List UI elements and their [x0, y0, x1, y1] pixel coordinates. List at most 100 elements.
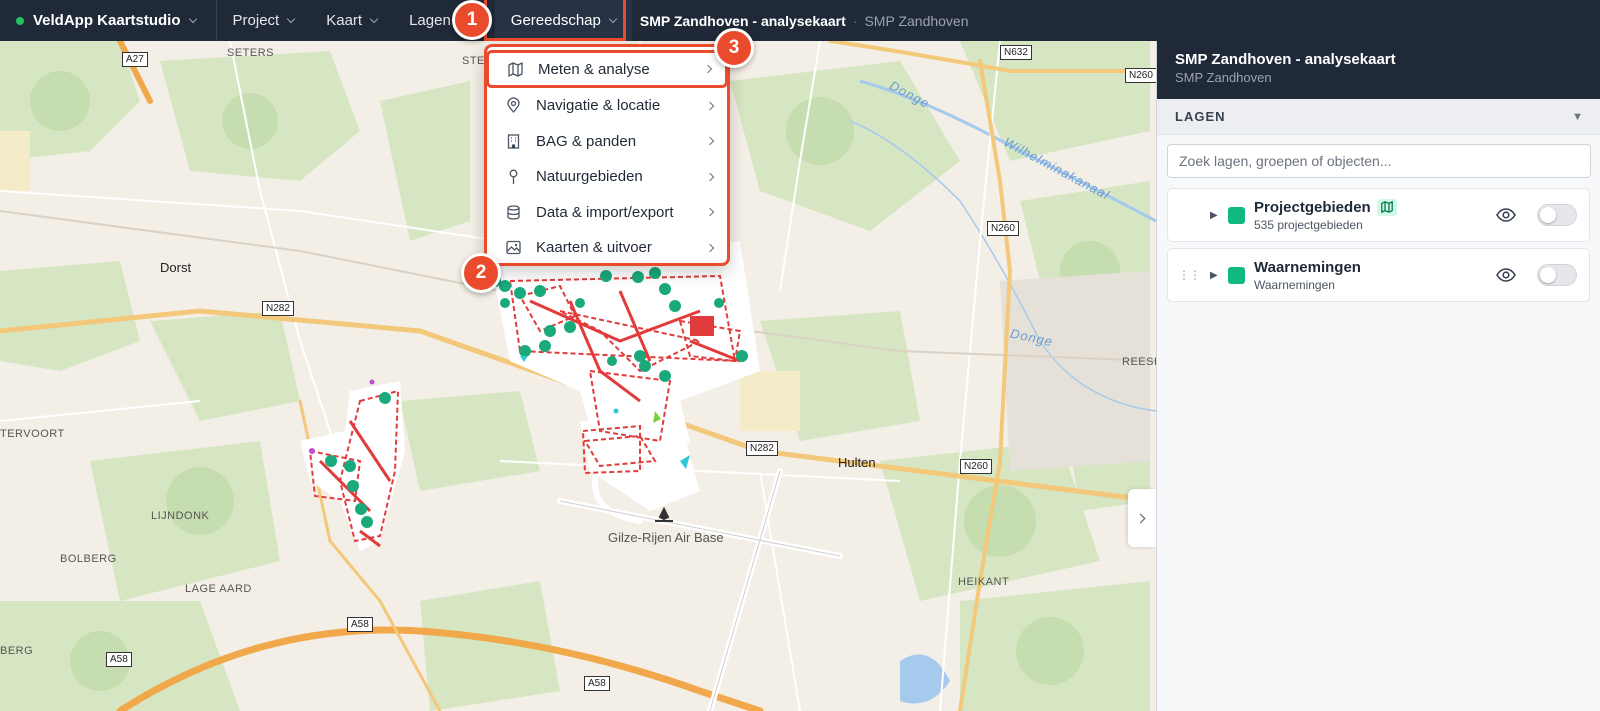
layers-panel: SMP Zandhoven - analysekaart SMP Zandhov… — [1156, 41, 1600, 711]
eye-icon[interactable] — [1495, 204, 1517, 226]
database-icon — [505, 204, 522, 221]
expand-arrow-icon[interactable]: ▶ — [1210, 210, 1222, 221]
chevron-right-icon — [705, 137, 715, 146]
road-shield-a58-mid: A58 — [347, 617, 373, 632]
map-label-tervoort: TERVOORT — [0, 428, 65, 440]
layer-color-swatch — [1228, 266, 1245, 284]
layer-name-text: Waarnemingen — [1254, 258, 1361, 276]
menu-item-label: Natuurgebieden — [536, 168, 643, 186]
chevron-down-icon — [188, 14, 197, 23]
map-label-dorst: Dorst — [160, 260, 192, 275]
app-name: VeldApp Kaartstudio — [33, 12, 181, 29]
menu-item-label: Navigatie & locatie — [536, 97, 661, 115]
map-icon — [1376, 198, 1397, 216]
breadcrumb-workspace[interactable]: SMP Zandhoven — [864, 13, 968, 29]
breadcrumb-project[interactable]: SMP Zandhoven - analysekaart — [640, 13, 846, 29]
map-label-berg: BERG — [0, 645, 34, 657]
layer-row-projectgebieden[interactable]: ⋮⋮ ▶ Projectgebieden 535 projectgebieden — [1167, 188, 1590, 242]
road-shield-n260-mid: N260 — [987, 221, 1019, 236]
chevron-down-icon — [369, 14, 379, 23]
collapse-caret-icon: ▼ — [1572, 110, 1584, 123]
chevron-down-icon — [608, 14, 618, 23]
menu-project[interactable]: Project — [217, 0, 311, 41]
menu-item-data-import-export[interactable]: Data & import/export — [487, 195, 727, 231]
menu-project-label: Project — [232, 12, 280, 29]
menu-item-meten-analyse[interactable]: Meten & analyse — [486, 50, 728, 88]
layers-section-header[interactable]: LAGEN ▼ — [1157, 99, 1600, 135]
layer-search-input[interactable] — [1167, 144, 1591, 178]
menu-item-natuurgebieden[interactable]: Natuurgebieden — [487, 159, 727, 195]
layer-visibility-toggle[interactable] — [1537, 264, 1577, 286]
eye-icon[interactable] — [1495, 264, 1517, 286]
step-marker-2: 2 — [461, 253, 501, 293]
panel-header: SMP Zandhoven - analysekaart SMP Zandhov… — [1157, 41, 1600, 99]
map-label-reesh: REESH — [1122, 356, 1156, 368]
layer-color-swatch — [1228, 206, 1245, 224]
map-icon — [507, 61, 524, 78]
toggle-knob — [1540, 267, 1556, 283]
road-shield-n260-south: N260 — [960, 459, 992, 474]
road-shield-n282-east: N282 — [746, 441, 778, 456]
road-shield-n260-north: N260 — [1125, 68, 1156, 83]
menu-item-label: Kaarten & uitvoer — [536, 239, 652, 257]
expand-panel-button[interactable] — [1128, 489, 1156, 547]
map-label-lijndonk: LIJNDONK — [151, 510, 210, 522]
map-label-airbase: Gilze-Rijen Air Base — [608, 530, 724, 545]
layer-meta: 535 projectgebieden — [1254, 217, 1363, 232]
toggle-knob — [1540, 207, 1556, 223]
chevron-right-icon — [703, 64, 713, 74]
expand-arrow-icon[interactable]: ▶ — [1210, 270, 1222, 281]
breadcrumb: SMP Zandhoven - analysekaart · SMP Zandh… — [640, 13, 969, 29]
menu-kaart-label: Kaart — [326, 12, 363, 29]
step-marker-3: 3 — [714, 28, 754, 68]
layer-text: Waarnemingen Waarnemingen — [1254, 259, 1495, 292]
top-bar: VeldApp Kaartstudio Project Kaart Lagen … — [0, 0, 1600, 41]
layer-text: Projectgebieden 535 projectgebieden — [1254, 198, 1495, 232]
map-label-ste: STE — [462, 55, 485, 67]
road-shield-n282-west: N282 — [262, 301, 294, 316]
step-marker-1: 1 — [452, 0, 492, 40]
layer-name: Waarnemingen — [1254, 259, 1495, 276]
panel-subtitle: SMP Zandhoven — [1175, 70, 1272, 85]
chevron-down-icon — [286, 14, 296, 23]
menu-item-label: Meten & analyse — [538, 60, 650, 78]
breadcrumb-separator: · — [852, 12, 858, 29]
gereedschap-dropdown: Meten & analyse Navigatie & locatie BAG … — [484, 44, 730, 266]
location-pin-icon — [505, 97, 522, 114]
layer-visibility-toggle[interactable] — [1537, 204, 1577, 226]
map-label-bolberg: BOLBERG — [60, 553, 117, 565]
road-shield-a58-east: A58 — [584, 676, 610, 691]
menu-item-label: BAG & panden — [536, 132, 637, 150]
layer-meta: Waarnemingen — [1254, 277, 1335, 292]
layer-row-waarnemingen[interactable]: ⋮⋮ ▶ Waarnemingen Waarnemingen — [1167, 248, 1590, 302]
building-icon — [505, 133, 522, 150]
menu-gereedschap[interactable]: Gereedschap — [494, 0, 632, 41]
image-icon — [505, 239, 522, 256]
chevron-right-icon — [705, 243, 715, 252]
drag-handle-icon[interactable]: ⋮⋮ — [1178, 268, 1201, 282]
road-shield-a27: A27 — [122, 52, 148, 67]
road-shield-n632: N632 — [1000, 45, 1032, 60]
chevron-right-icon — [1135, 513, 1146, 523]
menu-item-label: Data & import/export — [536, 203, 674, 221]
panel-title: SMP Zandhoven - analysekaart — [1175, 51, 1396, 68]
map-label-hulten: Hulten — [838, 455, 876, 470]
status-dot — [16, 16, 24, 25]
menu-item-bag-panden[interactable]: BAG & panden — [487, 124, 727, 160]
chevron-right-icon — [705, 172, 715, 181]
app-menu[interactable]: VeldApp Kaartstudio — [0, 0, 217, 41]
layers-section-label: LAGEN — [1175, 109, 1226, 124]
menu-kaart[interactable]: Kaart — [310, 0, 393, 41]
map-label-heikant: HEIKANT — [958, 576, 1010, 588]
menu-lagen-label: Lagen — [409, 12, 451, 29]
menu-item-navigatie-locatie[interactable]: Navigatie & locatie — [487, 88, 727, 124]
chevron-right-icon — [705, 101, 715, 110]
map-label-seters: SETERS — [227, 47, 275, 59]
road-shield-a58-west: A58 — [106, 652, 132, 667]
pin-icon — [505, 168, 522, 185]
layer-name: Projectgebieden — [1254, 198, 1495, 216]
menu-item-kaarten-uitvoer[interactable]: Kaarten & uitvoer — [487, 230, 727, 266]
map-label-lage-aard: LAGE AARD — [185, 583, 252, 595]
layer-name-text: Projectgebieden — [1254, 198, 1371, 216]
menu-gereedschap-label: Gereedschap — [510, 12, 601, 29]
